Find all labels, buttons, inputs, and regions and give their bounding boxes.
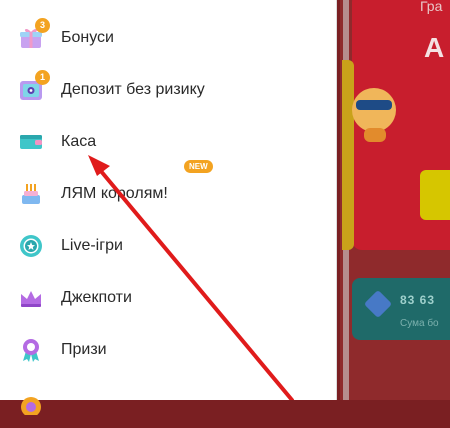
gift-icon: 3 [18,18,50,51]
background-character-image [352,88,396,142]
background-promo-big-text: А [424,32,445,63]
menu-item-prizes[interactable]: Призи [0,324,336,376]
bonuses-count-badge: 3 [35,18,50,33]
wallet-icon [18,129,44,155]
award-ribbon-icon [18,337,44,363]
menu-item-bonuses[interactable]: 3 Бонуси [0,12,336,64]
cake-icon [18,181,44,207]
menu-item-cashier[interactable]: Каса [0,116,336,168]
star-icon [18,389,44,417]
background-promo-title: Гра [420,0,443,14]
live-chip-icon [18,233,44,259]
background-info-card[interactable] [352,278,450,340]
menu-item-lyam-korolyam[interactable]: ЛЯМ королям! NEW [0,160,336,220]
background-info-number: 83 63 [400,293,436,307]
menu-item-label: Депозит без ризику [61,81,205,98]
menu-item-live-games[interactable]: Live-ігри [0,220,336,272]
menu-item-label: ЛЯМ королям! [61,185,168,202]
menu-item-label: Бонуси [61,29,114,46]
background-info-subtitle: Сума бо [400,318,439,329]
new-badge: NEW [184,160,213,173]
side-menu: 3 Бонуси 1 Депозит без ризику Каса ЛЯМ к… [0,0,337,417]
menu-item-jackpots[interactable]: Джекпоти [0,272,336,324]
menu-item-label: Live-ігри [61,237,123,254]
menu-item-label: Джекпоти [61,289,132,306]
crown-icon [18,285,44,311]
menu-item-label: Призи [61,341,107,358]
safe-icon: 1 [18,70,50,103]
menu-item-partial[interactable] [0,376,336,428]
menu-item-deposit-no-risk[interactable]: 1 Депозит без ризику [0,64,336,116]
deposit-count-badge: 1 [35,70,50,85]
background-promo-button[interactable] [420,170,450,220]
menu-item-label: Каса [61,133,97,150]
